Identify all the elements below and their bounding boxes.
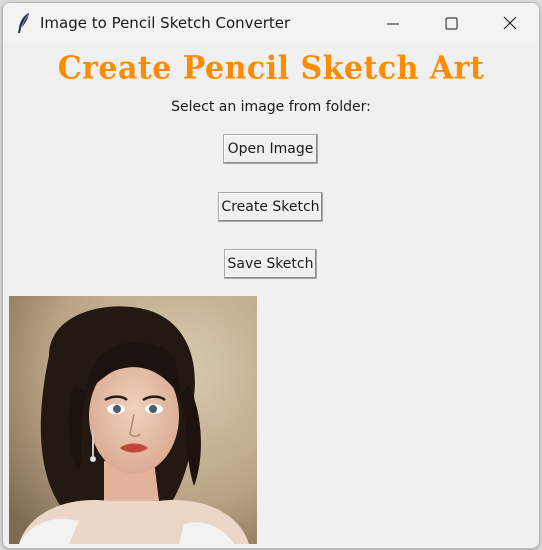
minimize-icon: [387, 23, 399, 25]
maximize-icon: [445, 17, 458, 30]
close-button[interactable]: [481, 3, 539, 43]
close-icon: [503, 16, 517, 30]
maximize-button[interactable]: [422, 3, 480, 43]
save-sketch-button[interactable]: Save Sketch: [224, 249, 317, 279]
select-image-label: Select an image from folder:: [171, 99, 371, 115]
app-window: Image to Pencil Sketch Converter Create …: [2, 2, 540, 549]
portrait-image: [9, 296, 257, 544]
minimize-button[interactable]: [364, 3, 422, 43]
title-bar[interactable]: Image to Pencil Sketch Converter: [3, 3, 539, 43]
feather-icon: [15, 12, 33, 34]
create-sketch-button[interactable]: Create Sketch: [218, 192, 323, 222]
window-title: Image to Pencil Sketch Converter: [40, 14, 291, 32]
page-title: Create Pencil Sketch Art: [57, 50, 485, 87]
open-image-button[interactable]: Open Image: [223, 134, 318, 164]
